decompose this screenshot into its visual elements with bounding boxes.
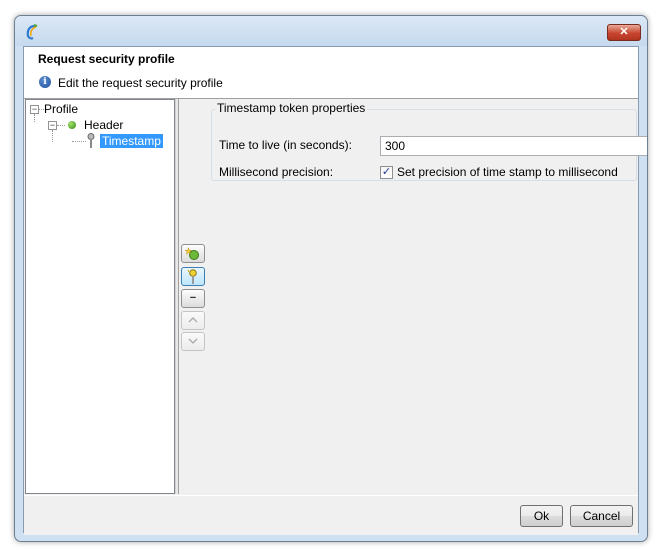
- add-key-button[interactable]: [181, 267, 205, 286]
- tree-node-header[interactable]: Header: [84, 118, 123, 132]
- move-down-button[interactable]: [181, 332, 205, 351]
- dialog-window: ✕ Request security profile i Edit the re…: [14, 15, 648, 542]
- precision-checkbox-label[interactable]: Set precision of time stamp to milliseco…: [397, 165, 618, 179]
- dialog-header: Request security profile i Edit the requ…: [24, 47, 638, 99]
- profile-tree[interactable]: − Profile − Header Timestamp: [25, 99, 175, 494]
- precision-label: Millisecond precision:: [219, 165, 334, 179]
- move-up-button[interactable]: [181, 311, 205, 330]
- group-title: Timestamp token properties: [215, 101, 368, 115]
- minus-icon: −: [189, 292, 197, 304]
- title-bar[interactable]: ✕: [15, 16, 647, 46]
- ok-button[interactable]: Ok: [520, 505, 563, 527]
- ttl-input[interactable]: 300: [380, 136, 647, 156]
- tree-collapse-header-icon[interactable]: −: [48, 121, 57, 130]
- header-node-icon: [68, 121, 76, 129]
- dialog-title: Request security profile: [38, 52, 175, 66]
- millisecond-precision-checkbox[interactable]: ✓: [380, 166, 393, 179]
- timestamp-properties-group: Time to live (in seconds): 300 Milliseco…: [211, 109, 647, 181]
- chevron-down-icon: [188, 338, 198, 344]
- timestamp-key-icon: [87, 133, 95, 148]
- tree-collapse-profile-icon[interactable]: −: [30, 105, 39, 114]
- ttl-label: Time to live (in seconds):: [219, 138, 352, 152]
- tree-node-timestamp[interactable]: Timestamp: [100, 134, 163, 148]
- chevron-up-icon: [188, 317, 198, 323]
- info-icon: i: [39, 76, 51, 88]
- dialog-footer: Ok Cancel: [24, 495, 638, 535]
- remove-button[interactable]: −: [181, 289, 205, 308]
- dialog-client-area: Request security profile i Edit the requ…: [23, 46, 647, 535]
- app-logo-icon: [26, 24, 38, 40]
- close-icon: ✕: [619, 26, 629, 38]
- properties-area: − Time to live (in seconds): 300 Millise…: [178, 99, 647, 494]
- cancel-button[interactable]: Cancel: [570, 505, 633, 527]
- tree-node-profile[interactable]: Profile: [44, 102, 78, 116]
- key-icon: [187, 269, 197, 284]
- close-button[interactable]: ✕: [607, 24, 641, 41]
- dialog-subtitle: Edit the request security profile: [58, 76, 223, 90]
- add-element-button[interactable]: [181, 244, 205, 263]
- add-element-icon: [184, 247, 199, 260]
